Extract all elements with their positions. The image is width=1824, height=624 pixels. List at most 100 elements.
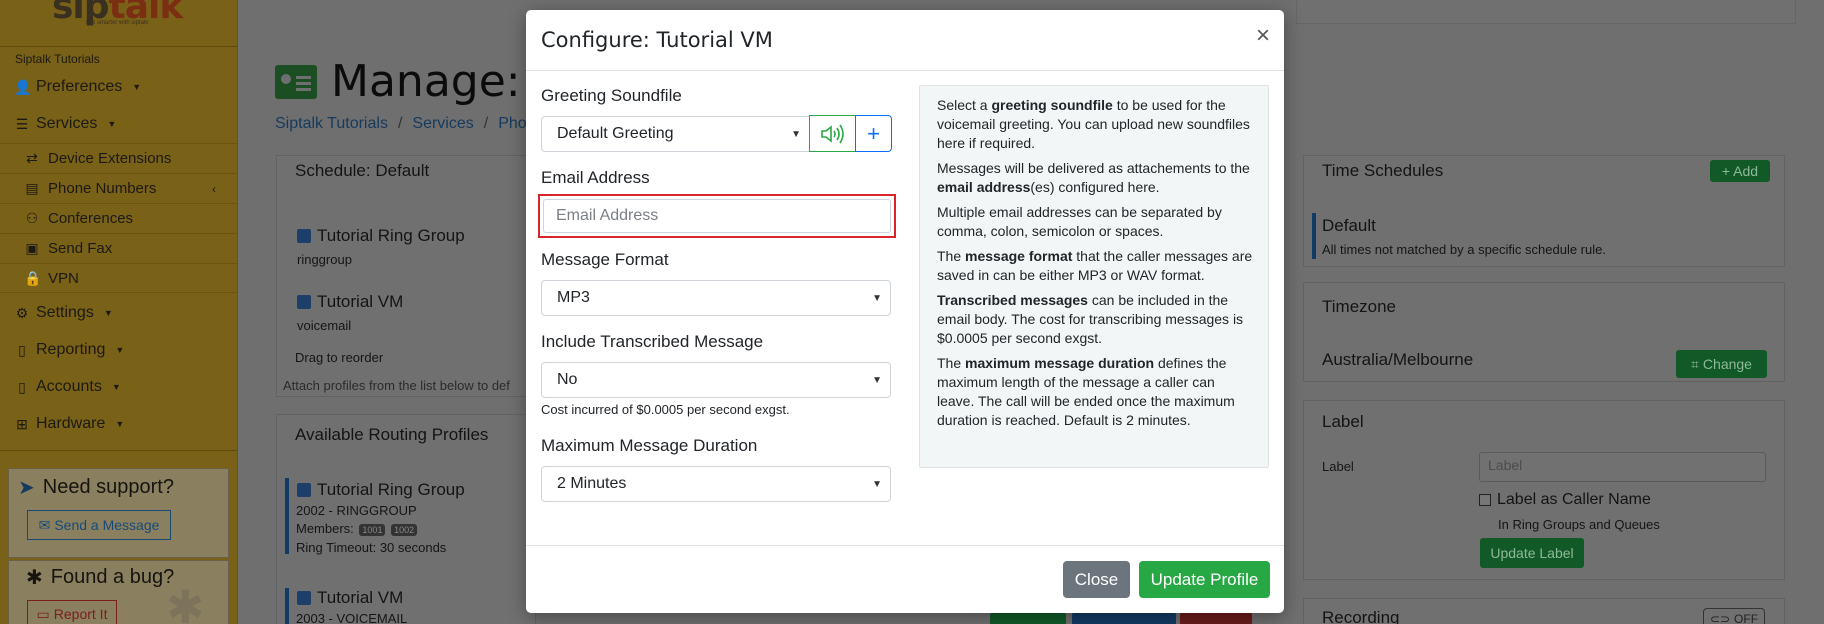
max-duration-label: Maximum Message Duration xyxy=(541,436,758,455)
sidebar-item-label: Preferences xyxy=(36,78,123,95)
entry-name: Tutorial VM xyxy=(317,292,404,311)
email-address-label: Email Address xyxy=(541,168,650,187)
profile-item[interactable]: Tutorial VM xyxy=(297,588,403,608)
crop-icon: ⌗ xyxy=(1691,355,1699,372)
sidebar-item-label: Services xyxy=(36,115,98,132)
organization-name: Siptalk Tutorials xyxy=(15,52,100,66)
sidebar-item-services[interactable]: ☰ Services ▼ xyxy=(14,115,117,133)
profile-timeout: Ring Timeout: 30 seconds xyxy=(296,540,447,555)
schedule-header: Schedule: Default xyxy=(295,161,430,180)
edit-icon[interactable] xyxy=(297,229,311,243)
close-button[interactable]: Close xyxy=(1063,561,1130,598)
id-card-icon xyxy=(275,64,317,99)
max-duration-select[interactable]: 2 Minutes ▼ xyxy=(541,466,891,502)
breadcrumb-separator: / xyxy=(483,115,489,132)
configure-modal: Configure: Tutorial VM × Greeting Soundf… xyxy=(526,10,1284,613)
logo-tagline: talk smarter with siptalk xyxy=(86,20,149,26)
sidebar-item-label: Reporting xyxy=(36,341,106,358)
comment-icon: ▭ xyxy=(36,605,50,622)
email-address-input[interactable] xyxy=(543,199,891,233)
button-label: Send a Message xyxy=(54,517,160,533)
chevron-left-icon: ‹ xyxy=(212,181,216,196)
fax-icon: ▣ xyxy=(25,240,39,256)
sidebar-item-conferences[interactable]: ⚇ Conferences xyxy=(0,203,237,233)
caret-down-icon: ▼ xyxy=(115,345,125,355)
greeting-soundfile-select[interactable]: Default Greeting ▼ xyxy=(541,116,810,152)
profile-item[interactable]: Tutorial Ring Group xyxy=(297,480,465,500)
add-soundfile-button[interactable]: + xyxy=(855,115,892,152)
transcribed-message-select[interactable]: No ▼ xyxy=(541,362,891,398)
change-timezone-button[interactable]: ⌗ Change xyxy=(1676,350,1767,378)
sidebar-item-send-fax[interactable]: ▣ Send Fax xyxy=(0,233,237,263)
schedule-entry[interactable]: Tutorial Ring Group xyxy=(297,226,465,246)
caret-down-icon: ▼ xyxy=(115,419,125,429)
sidebar-item-settings[interactable]: ⚙ Settings ▼ xyxy=(14,304,113,322)
bug-watermark-icon: ✱ xyxy=(166,581,205,624)
profile-accent-bar xyxy=(285,588,289,624)
label-header: Label xyxy=(1322,412,1364,431)
caller-name-checkbox[interactable]: Label as Caller Name xyxy=(1479,491,1651,509)
update-label-button[interactable]: Update Label xyxy=(1480,538,1584,568)
sidebar-item-label: Accounts xyxy=(36,378,102,395)
sidebar-item-vpn[interactable]: 🔒 VPN xyxy=(0,263,237,293)
message-format-label: Message Format xyxy=(541,250,669,269)
close-icon[interactable]: × xyxy=(1256,24,1270,48)
caret-down-icon: ▼ xyxy=(107,119,117,129)
members-label: Members: xyxy=(296,521,354,536)
support-title: ➤ Need support? xyxy=(18,475,174,500)
profile-members: Members: 1001 1002 xyxy=(296,521,418,536)
schedule-entry[interactable]: Tutorial VM xyxy=(297,292,403,312)
sidebar-item-phone-numbers[interactable]: ▤ Phone Numbers ‹ xyxy=(0,173,237,203)
message-format-select[interactable]: MP3 ▼ xyxy=(541,280,891,316)
sidebar-item-hardware[interactable]: ⊞ Hardware ▼ xyxy=(14,415,124,433)
send-message-button[interactable]: ✉ Send a Message xyxy=(27,510,171,540)
group-icon: ⚇ xyxy=(25,210,39,226)
help-paragraph: Select a greeting soundfile to be used f… xyxy=(937,97,1250,151)
document-icon: ▯ xyxy=(18,378,26,395)
sidebar-item-label: Phone Numbers xyxy=(48,180,157,197)
profile-delete-button[interactable] xyxy=(1180,612,1252,624)
sidebar-item-accounts[interactable]: ▯ Accounts ▼ xyxy=(14,378,121,396)
breadcrumb-link[interactable]: Siptalk Tutorials xyxy=(275,115,388,133)
volume-icon xyxy=(820,124,844,143)
edit-icon[interactable] xyxy=(297,295,311,309)
sidebar-item-device-extensions[interactable]: ⇄ Device Extensions xyxy=(0,143,237,173)
profile-action-button[interactable] xyxy=(990,612,1066,624)
default-schedule-title[interactable]: Default xyxy=(1322,216,1376,236)
report-it-button[interactable]: ▭ Report It xyxy=(27,600,117,624)
drag-hint: Drag to reorder xyxy=(295,350,384,365)
update-profile-button[interactable]: Update Profile xyxy=(1139,561,1270,598)
timezone-value: Australia/Melbourne xyxy=(1322,350,1474,369)
toggle-off-icon: ⊂⊃ xyxy=(1709,612,1731,624)
label-input[interactable]: Label xyxy=(1479,452,1766,482)
breadcrumb-link[interactable]: Services xyxy=(412,115,473,133)
breadcrumb: Siptalk Tutorials / Services / Phon xyxy=(275,115,536,133)
play-sound-button[interactable] xyxy=(809,115,856,152)
edit-icon[interactable] xyxy=(297,483,311,497)
recording-toggle[interactable]: ⊂⊃ OFF xyxy=(1703,608,1765,624)
profile-name: Tutorial VM xyxy=(317,588,404,607)
select-value: MP3 xyxy=(557,289,590,306)
help-paragraph: Messages will be delivered as attachemen… xyxy=(937,160,1250,195)
entry-type: ringgroup xyxy=(297,252,352,267)
profile-action-button[interactable] xyxy=(1072,612,1176,624)
edit-icon[interactable] xyxy=(297,591,311,605)
label-field-label: Label xyxy=(1322,459,1354,474)
time-schedules-header: Time Schedules xyxy=(1322,161,1444,180)
greeting-soundfile-label: Greeting Soundfile xyxy=(541,86,682,105)
checkbox-box[interactable] xyxy=(1479,494,1491,506)
chevron-down-icon: ▼ xyxy=(872,292,882,304)
plus-icon: + xyxy=(867,120,880,146)
caret-down-icon: ▼ xyxy=(103,308,113,318)
select-value: Default Greeting xyxy=(557,125,674,142)
sidebar-item-preferences[interactable]: 👤 Preferences ▼ xyxy=(14,78,141,96)
add-schedule-button[interactable]: + Add xyxy=(1710,160,1770,182)
support-title-text: Need support? xyxy=(42,476,174,498)
sidebar-item-reporting[interactable]: ▯ Reporting ▼ xyxy=(14,341,124,359)
breadcrumb-separator: / xyxy=(397,115,403,132)
member-badge: 1001 xyxy=(359,524,386,536)
divider xyxy=(0,450,237,451)
chevron-down-icon: ▼ xyxy=(872,374,882,386)
entry-type: voicemail xyxy=(297,318,352,333)
layers-icon: ☰ xyxy=(15,115,29,132)
